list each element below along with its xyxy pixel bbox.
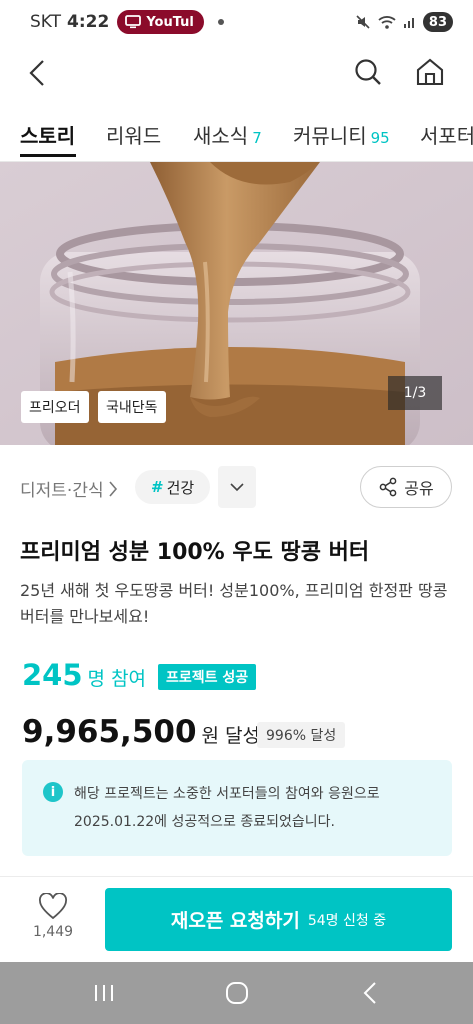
- tv-icon: [125, 15, 142, 29]
- notification-dot-icon: [217, 19, 224, 25]
- tag-chip-health[interactable]: # 건강: [135, 470, 211, 504]
- image-pager: 1/3: [388, 376, 442, 410]
- battery-indicator: 83: [422, 12, 453, 32]
- like-count: 1,449: [32, 924, 74, 940]
- back-button[interactable]: [22, 56, 52, 90]
- amount-unit: 원 달성: [201, 725, 261, 747]
- share-icon: [379, 477, 397, 497]
- chevron-left-icon: [29, 60, 44, 86]
- signal-icon: [403, 18, 414, 28]
- achievement-rate-badge: 996% 달성: [257, 722, 346, 748]
- chevron-down-icon: [230, 483, 244, 492]
- recent-apps-button[interactable]: [84, 980, 124, 1006]
- project-ended-notice: i 해당 프로젝트는 소중한 서포터들의 참여와 응원으로 2025.01.22…: [22, 760, 452, 856]
- search-icon: [355, 59, 381, 85]
- home-button[interactable]: [412, 54, 448, 90]
- system-back-button[interactable]: [352, 978, 388, 1008]
- recent-apps-icon: [95, 985, 113, 1001]
- search-button[interactable]: [350, 54, 386, 90]
- tab-label: 커뮤니티: [293, 124, 367, 148]
- app-header: [0, 44, 473, 102]
- participants-count: 245: [22, 658, 83, 692]
- share-button[interactable]: 공유: [360, 466, 452, 508]
- notice-text: 해당 프로젝트는 소중한 서포터들의 참여와 응원으로 2025.01.22에 …: [74, 786, 380, 830]
- participants-stat: 245 명 참여: [22, 658, 146, 692]
- tags-expand-button[interactable]: [218, 466, 256, 508]
- tab-label: 서포터: [420, 124, 473, 148]
- hash-symbol: #: [151, 478, 164, 496]
- tab-news[interactable]: 새소식 7: [193, 120, 262, 149]
- tab-community[interactable]: 커뮤니티 95: [293, 120, 390, 149]
- amount-stat: 9,965,500 원 달성: [22, 714, 260, 750]
- tab-label: 스토리: [20, 124, 76, 148]
- tab-count: 95: [370, 129, 390, 147]
- chip-label: 프리오더: [29, 400, 81, 416]
- preorder-chip: 프리오더: [21, 391, 89, 423]
- wifi-icon: [378, 16, 396, 29]
- like-button[interactable]: 1,449: [22, 893, 84, 949]
- breadcrumb-label: 디저트·간식: [20, 481, 104, 501]
- reopen-request-button[interactable]: 재오픈 요청하기 54명 신청 중: [105, 888, 452, 951]
- reopen-count: 54명 신청 중: [307, 912, 387, 929]
- bottom-action-bar: 1,449 재오픈 요청하기 54명 신청 중: [0, 876, 473, 962]
- tag-label: 건강: [166, 478, 195, 497]
- back-arrow-icon: [363, 982, 376, 1004]
- clock: 4:22: [67, 12, 110, 32]
- share-label: 공유: [404, 479, 434, 498]
- heart-icon: [39, 893, 67, 920]
- status-badge: 프로젝트 성공: [158, 664, 257, 690]
- tab-label: 새소식: [193, 124, 249, 148]
- tab-count: 7: [252, 129, 262, 147]
- tab-supporter[interactable]: 서포터: [420, 120, 473, 149]
- tab-story[interactable]: 스토리: [20, 120, 75, 149]
- category-row: 디저트·간식 # 건강 공유: [20, 466, 453, 510]
- mute-icon: [356, 15, 370, 29]
- carrier-label: SKT: [30, 12, 62, 32]
- chip-label: 국내단독: [106, 400, 158, 416]
- chevron-right-icon: [109, 480, 117, 497]
- status-bar: SKT 4:22 YouTul 83: [0, 0, 473, 44]
- tab-reward[interactable]: 리워드: [106, 120, 161, 149]
- youtube-label: YouTul: [146, 14, 194, 30]
- active-tab-indicator: [20, 154, 76, 157]
- amount-value: 9,965,500: [22, 714, 197, 750]
- project-subtitle: 25년 새해 첫 우도땅콩 버터! 성분100%, 프리미엄 한정판 땅콩버터를…: [20, 581, 448, 626]
- system-home-button[interactable]: [218, 978, 256, 1008]
- participants-unit: 명 참여: [87, 668, 147, 690]
- youtube-notification-pill[interactable]: YouTul: [117, 10, 204, 34]
- circle-home-icon: [226, 982, 248, 1004]
- tab-label: 리워드: [106, 124, 162, 148]
- category-breadcrumb[interactable]: 디저트·간식: [20, 476, 118, 501]
- home-icon: [416, 58, 444, 86]
- project-title: 프리미엄 성분 100% 우도 땅콩 버터: [20, 540, 370, 565]
- system-nav-bar: [0, 962, 473, 1024]
- reopen-label: 재오픈 요청하기: [170, 910, 300, 932]
- exclusive-chip: 국내단독: [98, 391, 166, 423]
- info-icon: i: [43, 782, 63, 802]
